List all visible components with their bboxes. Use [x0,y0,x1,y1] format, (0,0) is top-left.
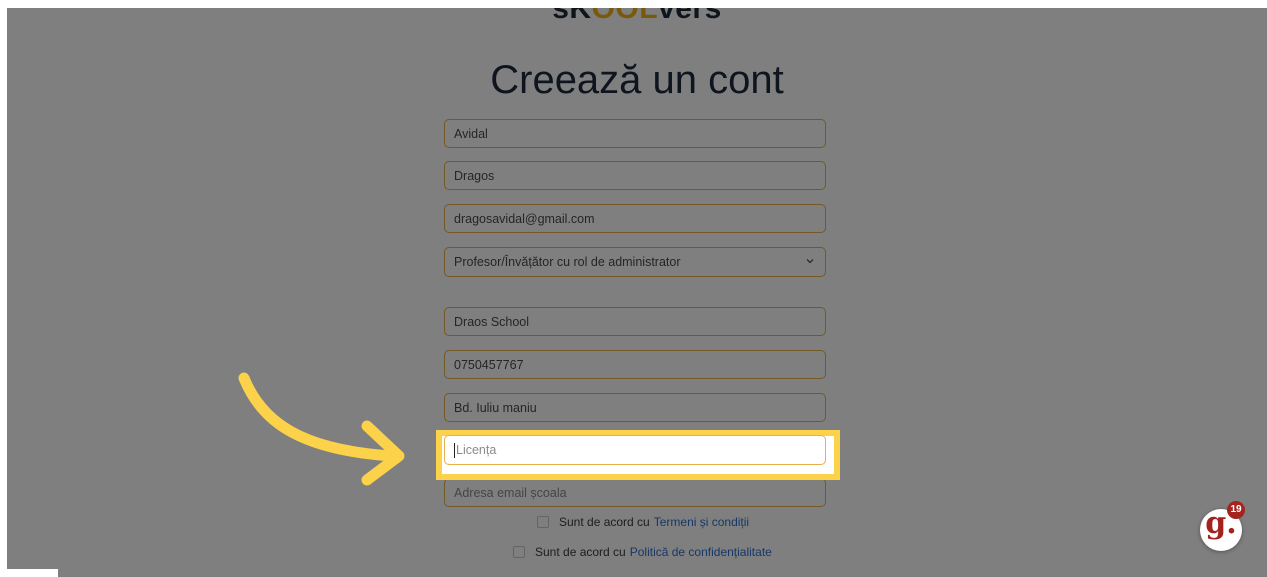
license-field[interactable]: Licența [444,435,826,465]
corner-strip [0,569,58,577]
curved-arrow-icon [238,372,405,486]
guidde-widget-button[interactable]: g. 19 [1200,501,1245,551]
screen: sKOOLvers Creează un cont Avidal Dragos … [0,0,1267,577]
license-placeholder: Licența [456,443,497,457]
text-caret [454,442,455,458]
signup-page: sKOOLvers Creează un cont Avidal Dragos … [7,8,1267,577]
dim-overlay [7,8,1267,577]
notification-count-badge: 19 [1227,501,1245,519]
